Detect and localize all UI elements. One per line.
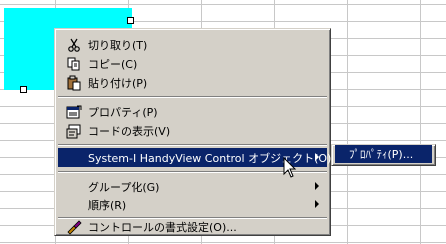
mouse-cursor-icon	[283, 157, 297, 178]
menu-item-view-code[interactable]: コードの表示(V)	[58, 121, 327, 140]
menu-item-properties[interactable]: プロパティ(P)	[58, 102, 327, 121]
copy-icon	[66, 56, 82, 72]
menu-item-label: 順序(R)	[88, 198, 127, 212]
menu-item-label: 貼り付け(P)	[88, 76, 148, 90]
submenu: ﾌﾟﾛﾊﾟﾃｨ(P)...	[331, 144, 436, 166]
resize-handle-bottom-left[interactable]	[20, 86, 27, 93]
menu-item-cut[interactable]: 切り取り(T)	[58, 35, 327, 54]
scissors-icon	[66, 37, 82, 53]
menu-item-format-control[interactable]: コントロールの書式設定(O)...	[58, 219, 327, 235]
menu-item-label: グループ化(G)	[88, 180, 160, 194]
submenu-arrow-icon	[315, 182, 319, 190]
view-code-icon	[66, 123, 82, 139]
submenu-item-properties[interactable]: ﾌﾟﾛﾊﾟﾃｨ(P)...	[335, 145, 432, 163]
menu-item-label: 切り取り(T)	[88, 38, 148, 52]
menu-item-label: プロパティ(P)	[88, 105, 158, 119]
submenu-arrow-icon	[315, 200, 319, 208]
menu-item-label: コードの表示(V)	[88, 124, 171, 138]
menu-item-paste[interactable]: 貼り付け(P)	[58, 73, 327, 92]
menu-separator	[58, 144, 327, 146]
menu-item-order[interactable]: 順序(R)	[58, 195, 327, 214]
menu-separator	[58, 96, 327, 98]
submenu-arrow-icon	[315, 153, 319, 161]
menu-item-label: コントロールの書式設定(O)...	[88, 221, 237, 234]
properties-icon	[66, 104, 82, 120]
submenu-item-label: ﾌﾟﾛﾊﾟﾃｨ(P)...	[349, 148, 414, 161]
menu-item-copy[interactable]: コピー(C)	[58, 54, 327, 73]
context-menu: 切り取り(T) コピー(C) 貼り付け(P) プロパティ(P) コードの表示(V…	[54, 28, 331, 236]
paste-icon	[66, 75, 82, 91]
resize-handle-top-right[interactable]	[127, 17, 134, 24]
menu-item-group[interactable]: グループ化(G)	[58, 177, 327, 196]
menu-item-label: コピー(C)	[88, 57, 138, 71]
format-control-icon	[66, 219, 82, 235]
